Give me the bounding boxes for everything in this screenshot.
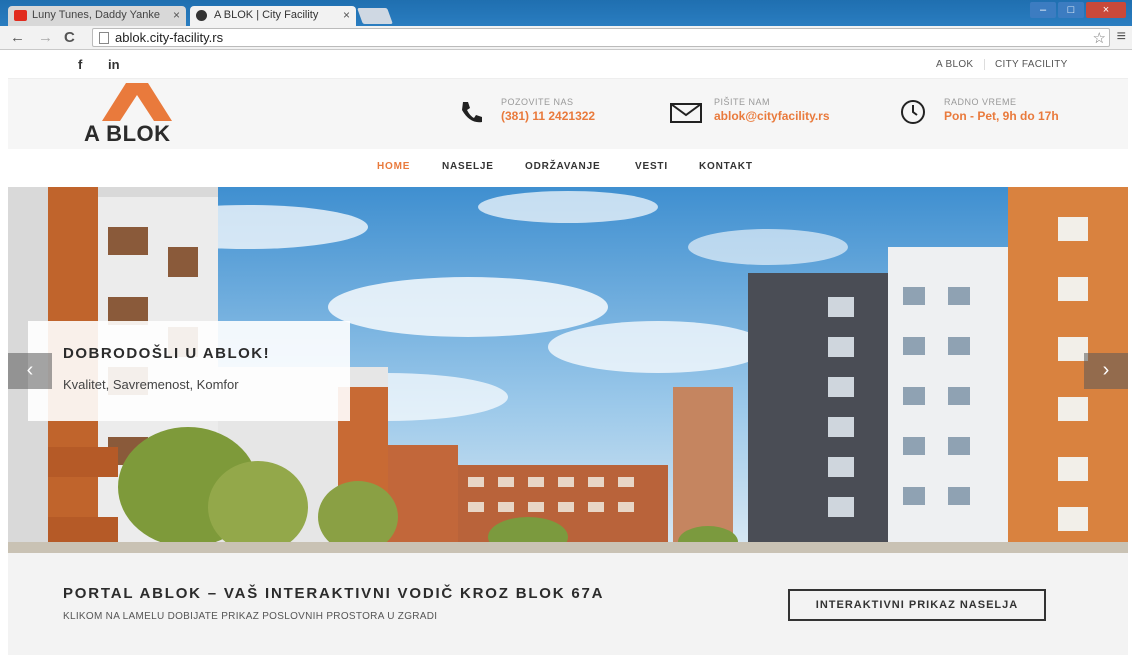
web-page: f in A BLOK CITY FACILITY A BLOK POZOVIT… [8,51,1128,655]
portal-title: PORTAL ABLOK – VAŠ INTERAKTIVNI VODIČ KR… [63,585,605,602]
facebook-icon[interactable]: f [78,57,82,72]
nav-item-vesti[interactable]: VESTI [635,161,668,172]
hero-title: DOBRODOŠLI U ABLOK! [63,345,271,362]
slider-next-arrow[interactable]: › [1084,353,1128,389]
menu-icon[interactable]: ≡ [1117,28,1126,46]
window-controls: – □ × [1030,2,1126,18]
browser-tab-bar: Luny Tunes, Daddy Yanke × A BLOK | City … [0,0,1132,26]
logo-text: A BLOK [84,121,171,146]
tab-title: A BLOK | City Facility [214,9,319,21]
main-nav: HOME NASELJE ODRŽAVANJE VESTI KONTAKT [8,149,1128,187]
site-header: A BLOK POZOVITE NAS (381) 11 2421322 PIŠ… [8,79,1128,149]
linkedin-icon[interactable]: in [108,57,120,72]
hero-slider: DOBRODOŠLI U ABLOK! Kvalitet, Savremenos… [8,187,1128,553]
forward-arrow-icon[interactable]: → [38,29,53,46]
close-icon[interactable]: × [173,8,180,22]
browser-tab-ablok[interactable]: A BLOK | City Facility × [190,6,356,26]
hero-subtitle: Kvalitet, Savremenost, Komfor [63,377,239,392]
interactive-map-button[interactable]: INTERAKTIVNI PRIKAZ NASELJA [788,589,1046,621]
nav-item-odrzavanje[interactable]: ODRŽAVANJE [525,161,600,172]
slider-prev-arrow[interactable]: ‹ [8,353,52,389]
bookmark-star-icon[interactable]: ☆ [1093,29,1106,47]
address-bar-row: ← → C ablok.city-facility.rs ☆ ≡ [0,26,1132,50]
top-strip: f in A BLOK CITY FACILITY [8,51,1128,79]
close-icon[interactable]: × [343,8,350,22]
close-window-button[interactable]: × [1086,2,1126,18]
contact-phone: POZOVITE NAS (381) 11 2421322 [501,97,595,123]
youtube-icon [14,10,27,21]
nav-item-kontakt[interactable]: KONTAKT [699,161,753,172]
minimize-button[interactable]: – [1030,2,1056,18]
phone-icon [462,102,482,123]
back-arrow-icon[interactable]: ← [10,29,25,46]
top-link-city-facility[interactable]: CITY FACILITY [984,59,1068,70]
email-address[interactable]: ablok@cityfacility.rs [714,109,830,123]
new-tab-button[interactable] [357,8,393,24]
page-icon [99,32,109,44]
contact-hours: RADNO VREME Pon - Pet, 9h do 17h [944,97,1059,123]
url-text: ablok.city-facility.rs [115,30,224,45]
nav-item-naselje[interactable]: NASELJE [442,161,494,172]
contact-label: RADNO VREME [944,97,1017,107]
envelope-icon [670,103,702,123]
working-hours: Pon - Pet, 9h do 17h [944,109,1059,123]
portal-subtitle: KLIKOM NA LAMELU DOBIJATE PRIKAZ POSLOVN… [63,611,438,622]
portal-band: PORTAL ABLOK – VAŠ INTERAKTIVNI VODIČ KR… [8,553,1128,655]
phone-number[interactable]: (381) 11 2421322 [501,109,595,123]
browser-tab-youtube[interactable]: Luny Tunes, Daddy Yanke × [8,6,186,26]
contact-email: PIŠITE NAM ablok@cityfacility.rs [714,97,830,123]
reload-icon[interactable]: C [64,29,75,46]
tab-title: Luny Tunes, Daddy Yanke [32,9,161,21]
contact-label: PIŠITE NAM [714,97,771,107]
site-favicon-icon [196,10,207,21]
hero-caption: DOBRODOŠLI U ABLOK! Kvalitet, Savremenos… [28,321,350,421]
top-link-ablok[interactable]: A BLOK [936,59,973,70]
maximize-button[interactable]: □ [1058,2,1084,18]
contact-label: POZOVITE NAS [501,97,574,107]
nav-item-home[interactable]: HOME [377,161,410,172]
clock-icon [901,100,925,124]
url-field[interactable]: ablok.city-facility.rs [92,28,1110,47]
